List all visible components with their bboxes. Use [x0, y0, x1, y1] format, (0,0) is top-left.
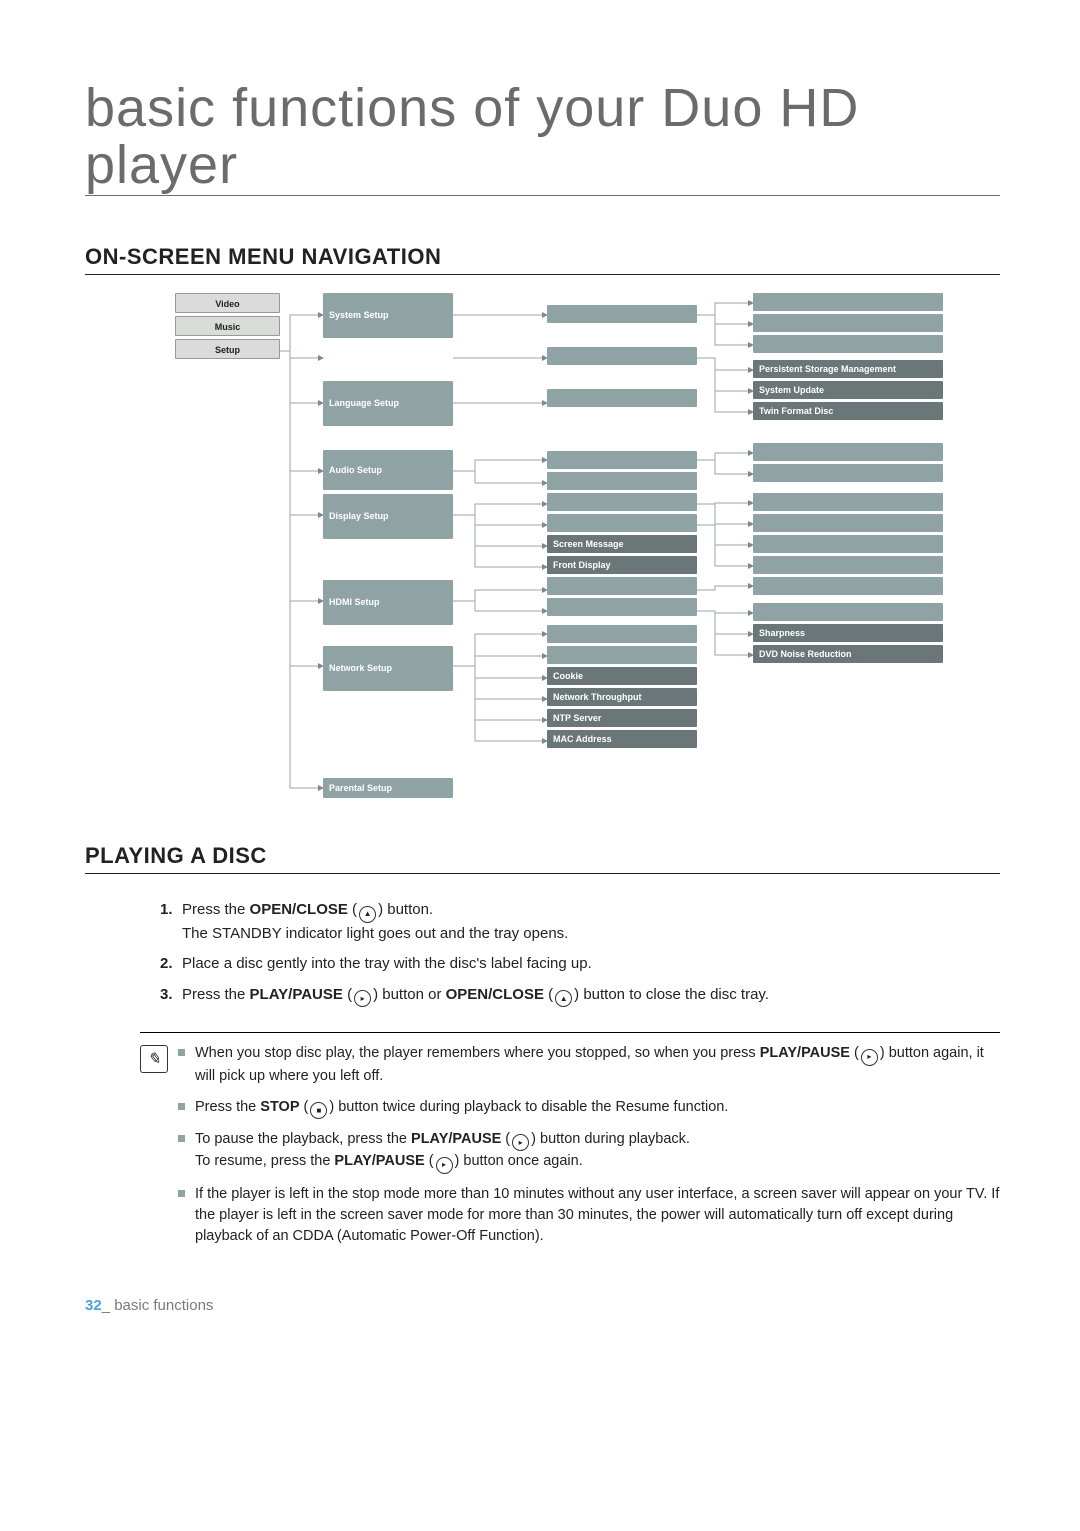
- menu-item: Display Setup: [323, 494, 453, 539]
- menu-item: [753, 293, 943, 311]
- notes-block: ✎ When you stop disc play, the player re…: [140, 1032, 1000, 1256]
- instruction-steps: 1. Press the OPEN/CLOSE (▲) button. The …: [160, 899, 1000, 1007]
- step-text: button to close the disc tray.: [579, 986, 769, 1003]
- step-1: 1. Press the OPEN/CLOSE (▲) button. The …: [160, 899, 1000, 945]
- menu-item: Network Throughput: [547, 688, 697, 706]
- bullet-icon: [178, 1103, 185, 1110]
- button-label-open-close: OPEN/CLOSE: [250, 901, 348, 918]
- menu-item: DVD Noise Reduction: [753, 645, 943, 663]
- menu-item: [547, 625, 697, 643]
- bullet-icon: [178, 1049, 185, 1056]
- note-text: button twice during playback to disable …: [334, 1099, 728, 1115]
- button-label-play-pause: PLAY/PAUSE: [250, 986, 343, 1003]
- button-label-play-pause: PLAY/PAUSE: [334, 1153, 424, 1169]
- menu-item: Cookie: [547, 667, 697, 685]
- menu-item-setup: Setup: [175, 339, 280, 359]
- step-2: 2. Place a disc gently into the tray wit…: [160, 953, 1000, 976]
- menu-item: System Update: [753, 381, 943, 399]
- note-text: button during playback.: [536, 1131, 690, 1147]
- step-text: button or: [378, 986, 446, 1003]
- note-text: If the player is left in the stop mode m…: [195, 1184, 1000, 1247]
- button-label-play-pause: PLAY/PAUSE: [760, 1045, 850, 1061]
- step-text: button.: [383, 901, 433, 918]
- menu-item: [753, 443, 943, 461]
- section-heading-playing-disc: PLAYING A DISC: [85, 843, 1000, 874]
- note-text: button once again.: [459, 1153, 582, 1169]
- step-text: Place a disc gently into the tray with t…: [182, 953, 1000, 976]
- menu-item: HDMI Setup: [323, 580, 453, 625]
- note-text: When you stop disc play, the player reme…: [195, 1045, 760, 1061]
- note-icon: ✎: [140, 1045, 168, 1073]
- menu-item: [547, 598, 697, 616]
- menu-item: [753, 577, 943, 595]
- menu-item: Twin Format Disc: [753, 402, 943, 420]
- menu-item: Front Display: [547, 556, 697, 574]
- note-item: If the player is left in the stop mode m…: [178, 1184, 1000, 1247]
- menu-item: [547, 514, 697, 532]
- menu-item: [547, 493, 697, 511]
- play-pause-icon: ▸: [512, 1134, 529, 1151]
- button-label-play-pause: PLAY/PAUSE: [411, 1131, 501, 1147]
- stop-icon: ■: [310, 1102, 327, 1119]
- eject-icon: ▲: [555, 990, 572, 1007]
- menu-item: NTP Server: [547, 709, 697, 727]
- note-text: Press the: [195, 1099, 260, 1115]
- menu-item: [753, 464, 943, 482]
- menu-item-video: Video: [175, 293, 280, 313]
- step-number: 1.: [160, 899, 182, 945]
- menu-item: Screen Message: [547, 535, 697, 553]
- menu-item: MAC Address: [547, 730, 697, 748]
- menu-item: [753, 335, 943, 353]
- menu-item: [753, 556, 943, 574]
- page-footer: 32_ basic functions: [85, 1297, 1000, 1314]
- footer-label: basic functions: [114, 1297, 213, 1314]
- menu-item-music: Music: [175, 316, 280, 336]
- play-pause-icon: ▸: [436, 1157, 453, 1174]
- button-label-open-close: OPEN/CLOSE: [446, 986, 544, 1003]
- menu-item: Sharpness: [753, 624, 943, 642]
- page-number: 32: [85, 1297, 102, 1314]
- section-heading-menu-nav: ON-SCREEN MENU NAVIGATION: [85, 244, 1000, 275]
- step-text: Press the: [182, 901, 250, 918]
- menu-item: [547, 389, 697, 407]
- menu-item: [753, 603, 943, 621]
- note-text: To pause the playback, press the: [195, 1131, 411, 1147]
- bullet-icon: [178, 1190, 185, 1197]
- step-3: 3. Press the PLAY/PAUSE (▸) button or OP…: [160, 984, 1000, 1008]
- menu-item: Parental Setup: [323, 778, 453, 798]
- step-text: Press the: [182, 986, 250, 1003]
- menu-item: Network Setup: [323, 646, 453, 691]
- menu-item: [547, 451, 697, 469]
- menu-item: Audio Setup: [323, 450, 453, 490]
- menu-item: [547, 347, 697, 365]
- menu-item: [547, 577, 697, 595]
- play-pause-icon: ▸: [354, 990, 371, 1007]
- button-label-stop: STOP: [260, 1099, 299, 1115]
- bullet-icon: [178, 1135, 185, 1142]
- eject-icon: ▲: [359, 906, 376, 923]
- note-item: To pause the playback, press the PLAY/PA…: [178, 1129, 1000, 1174]
- step-text: The STANDBY indicator light goes out and…: [182, 925, 568, 942]
- menu-item: [753, 314, 943, 332]
- footer-separator: _: [102, 1297, 115, 1314]
- note-text: To resume, press the: [195, 1153, 334, 1169]
- step-number: 3.: [160, 984, 182, 1008]
- menu-item: [547, 472, 697, 490]
- play-pause-icon: ▸: [861, 1049, 878, 1066]
- menu-item: [547, 305, 697, 323]
- menu-navigation-diagram: Video Music Setup System Setup Language …: [175, 293, 955, 803]
- page-title: basic functions of your Duo HD player: [85, 80, 1000, 196]
- menu-item: Persistent Storage Management: [753, 360, 943, 378]
- menu-item: Language Setup: [323, 381, 453, 426]
- note-item: Press the STOP (■) button twice during p…: [178, 1097, 1000, 1119]
- step-number: 2.: [160, 953, 182, 976]
- menu-item: [547, 646, 697, 664]
- note-item: When you stop disc play, the player reme…: [178, 1043, 1000, 1086]
- menu-item: [753, 535, 943, 553]
- menu-item: [753, 493, 943, 511]
- menu-item: System Setup: [323, 293, 453, 338]
- menu-item: [753, 514, 943, 532]
